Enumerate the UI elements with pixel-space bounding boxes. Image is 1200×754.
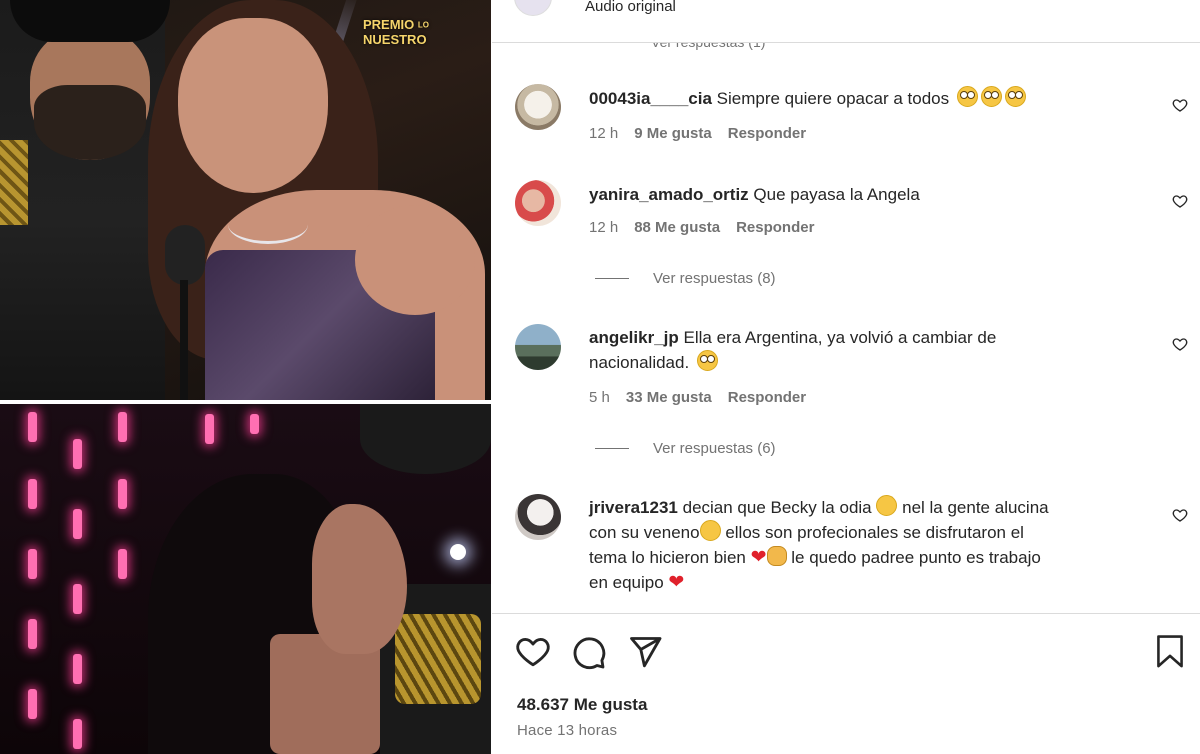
comment-meta: 12 h 88 Me gusta Responder (589, 219, 830, 236)
neon-light (118, 549, 127, 579)
post-actions (515, 634, 663, 670)
face-rolling-eyes-icon (956, 86, 978, 107)
media-top-frame: PREMIO LO NUESTRO (0, 0, 491, 400)
bookmark-icon[interactable] (1154, 634, 1186, 670)
neon-light (73, 439, 82, 469)
face-rolling-eyes-icon (1004, 86, 1026, 107)
comment-likes[interactable]: 9 Me gusta (634, 125, 712, 142)
post-timestamp: Hace 13 horas (517, 722, 618, 739)
neon-light (73, 719, 82, 749)
clapping-hands-icon (766, 546, 787, 566)
comment-text: jrivera1231 decian que Becky la odia nel… (589, 495, 1109, 595)
mic-stand (180, 280, 188, 400)
avatar[interactable] (515, 324, 561, 370)
comment-username[interactable]: yanira_amado_ortiz (589, 185, 749, 204)
face-disappointed-icon (699, 520, 721, 541)
neon-light (73, 654, 82, 684)
comments-panel: Audio original Ver respuestas (1) 00043i… (492, 0, 1200, 754)
like-comment-heart-icon[interactable] (1172, 97, 1188, 113)
post-header: Audio original (492, 0, 1200, 43)
face-rolling-eyes-icon (980, 86, 1002, 107)
comment-time: 12 h (589, 219, 619, 236)
neon-light (28, 549, 37, 579)
microphone (165, 225, 205, 285)
post-like-count[interactable]: 48.637 Me gusta (517, 695, 647, 715)
comment-text: yanira_amado_ortiz Que payasa la Angela (589, 185, 920, 204)
neon-light (205, 414, 214, 444)
gold-embroidery (0, 140, 28, 225)
woman-face (178, 18, 328, 193)
man-hat (10, 0, 170, 42)
comment-username[interactable]: 00043ia____cia (589, 89, 712, 108)
reply-button[interactable]: Responder (736, 219, 814, 236)
comment-time: 5 h (589, 389, 610, 406)
neon-light (28, 619, 37, 649)
comment-likes[interactable]: 33 Me gusta (626, 389, 712, 406)
man-hat (360, 404, 491, 474)
footer-divider (492, 613, 1200, 614)
gold-embroidery (395, 614, 481, 704)
reply-button[interactable]: Responder (728, 125, 806, 142)
necklace (228, 205, 308, 244)
neon-light (118, 412, 127, 442)
share-send-icon[interactable] (627, 634, 663, 670)
avatar[interactable] (515, 84, 561, 130)
neon-light (73, 509, 82, 539)
face-rolling-eyes-icon (696, 350, 718, 371)
neon-light (250, 414, 259, 434)
woman-hand (355, 205, 475, 315)
neon-light (118, 479, 127, 509)
comment-username[interactable]: angelikr_jp (589, 328, 679, 347)
comment-likes[interactable]: 88 Me gusta (634, 219, 720, 236)
woman-face (312, 504, 407, 654)
man-beard (34, 85, 146, 160)
neon-light (28, 689, 37, 719)
like-heart-icon[interactable] (515, 634, 551, 670)
comment-meta: 12 h 9 Me gusta Responder (589, 125, 822, 142)
red-heart-icon: ❤ (668, 572, 685, 593)
audio-label[interactable]: Audio original (585, 0, 676, 15)
neon-light (73, 584, 82, 614)
view-replies-button[interactable]: Ver respuestas (6) (595, 440, 776, 457)
comment-text: angelikr_jp Ella era Argentina, ya volvi… (589, 328, 997, 372)
post-media[interactable]: PREMIO LO NUESTRO (0, 0, 491, 754)
media-bottom-frame (0, 404, 491, 754)
red-heart-icon: ❤ (750, 547, 767, 568)
comment-text: 00043ia____cia Siempre quiere opacar a t… (589, 86, 1109, 111)
face-tears-of-joy-icon (876, 495, 898, 516)
replies-line (595, 278, 629, 279)
avatar[interactable] (515, 180, 561, 226)
reply-button[interactable]: Responder (728, 389, 806, 406)
comment-bubble-icon[interactable] (571, 634, 607, 670)
like-comment-heart-icon[interactable] (1172, 193, 1188, 209)
stage-light (450, 544, 466, 560)
premio-lo-nuestro-logo: PREMIO LO NUESTRO (363, 17, 430, 47)
view-replies-button[interactable]: Ver respuestas (8) (595, 270, 776, 287)
replies-line (595, 448, 629, 449)
like-comment-heart-icon[interactable] (1172, 336, 1188, 352)
comment-time: 12 h (589, 125, 619, 142)
neon-light (28, 479, 37, 509)
header-avatar[interactable] (514, 0, 552, 16)
like-comment-heart-icon[interactable] (1172, 507, 1188, 523)
comment-username[interactable]: jrivera1231 (589, 498, 678, 517)
neon-light (28, 412, 37, 442)
avatar[interactable] (515, 494, 561, 540)
comment-meta: 5 h 33 Me gusta Responder (589, 389, 822, 406)
